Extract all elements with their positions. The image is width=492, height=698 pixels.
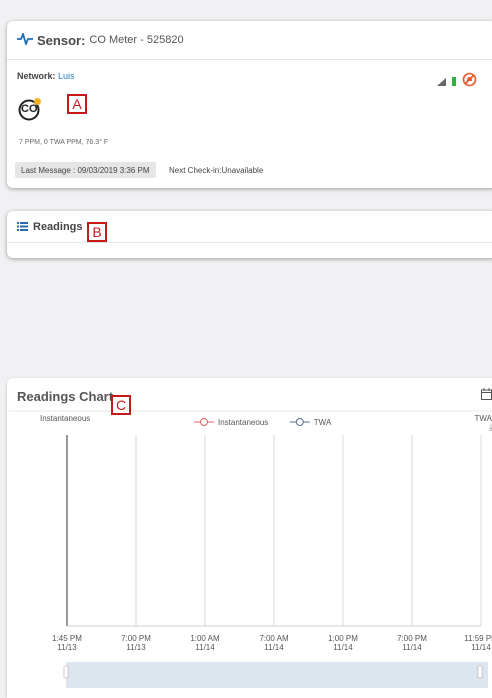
x-tick-date: 11/14: [402, 643, 422, 652]
annotation-c: C: [111, 395, 131, 415]
annotation-a: A: [67, 94, 87, 114]
readings-header[interactable]: Readings: [7, 211, 492, 243]
x-tick-time: 1:00 AM: [190, 634, 220, 643]
sensor-name: CO Meter - 525820: [89, 34, 184, 46]
next-checkin: Next Check-in:Unavailable: [169, 165, 264, 175]
left-axis-label: Instantaneous: [40, 414, 90, 423]
last-message: Last Message : 09/03/2019 3:36 PM: [15, 162, 156, 178]
pulse-icon: [17, 30, 33, 49]
battery-icon: [452, 73, 456, 91]
annotation-b: B: [87, 222, 107, 242]
range-navigator[interactable]: [66, 662, 488, 688]
legend-marker-1: [295, 418, 304, 426]
readings-card[interactable]: Readings: [7, 211, 492, 258]
x-tick-date: 11/14: [195, 643, 215, 652]
co-logo-text: CO: [21, 103, 38, 115]
chart-card: Readings Chart Instantaneous TWA Instant…: [7, 378, 492, 698]
legend-marker-0: [200, 418, 208, 426]
x-tick-time: 1:45 PM: [52, 634, 82, 643]
network-info: Network: Luis: [17, 71, 75, 81]
legend-label-1: TWA: [314, 418, 332, 427]
network-link[interactable]: Luis: [58, 71, 75, 81]
x-tick-time: 7:00 AM: [259, 634, 289, 643]
x-tick-date: 11/14: [471, 643, 491, 652]
x-tick-time: 7:00 PM: [397, 634, 427, 643]
x-tick-time: 1:00 PM: [328, 634, 358, 643]
sensor-header: Sensor: CO Meter - 525820: [7, 21, 492, 60]
x-tick-date: 11/14: [264, 643, 284, 652]
list-icon: [17, 220, 28, 234]
co-sensor-icon: CO: [18, 97, 42, 121]
x-tick-time: 7:00 PM: [121, 634, 151, 643]
network-label: Network:: [17, 71, 56, 81]
x-tick-time: 11:59 PM: [464, 634, 492, 643]
status-icons: [437, 72, 477, 92]
x-tick-date: 11/13: [126, 643, 146, 652]
reading-values: 7 PPM, 0 TWA PPM, 76.3° F: [19, 139, 109, 146]
range-handle-left[interactable]: [63, 665, 69, 679]
sensor-label: Sensor:: [37, 32, 86, 48]
readings-title: Readings: [33, 220, 83, 233]
alert-off-icon[interactable]: [462, 72, 477, 92]
chart-legend: Instantaneous TWA: [194, 418, 332, 427]
x-axis-ticks: 1:45 PM11/137:00 PM11/131:00 AM11/147:00…: [52, 634, 492, 652]
x-tick-date: 11/14: [333, 643, 353, 652]
range-handle-right[interactable]: [477, 665, 483, 679]
legend-label-0: Instantaneous: [218, 418, 268, 427]
signal-icon: [437, 73, 446, 91]
plot-area: [66, 435, 482, 627]
readings-chart: Instantaneous TWA Instantaneous TWA 1:45 …: [9, 410, 492, 688]
x-tick-date: 11/13: [57, 643, 77, 652]
